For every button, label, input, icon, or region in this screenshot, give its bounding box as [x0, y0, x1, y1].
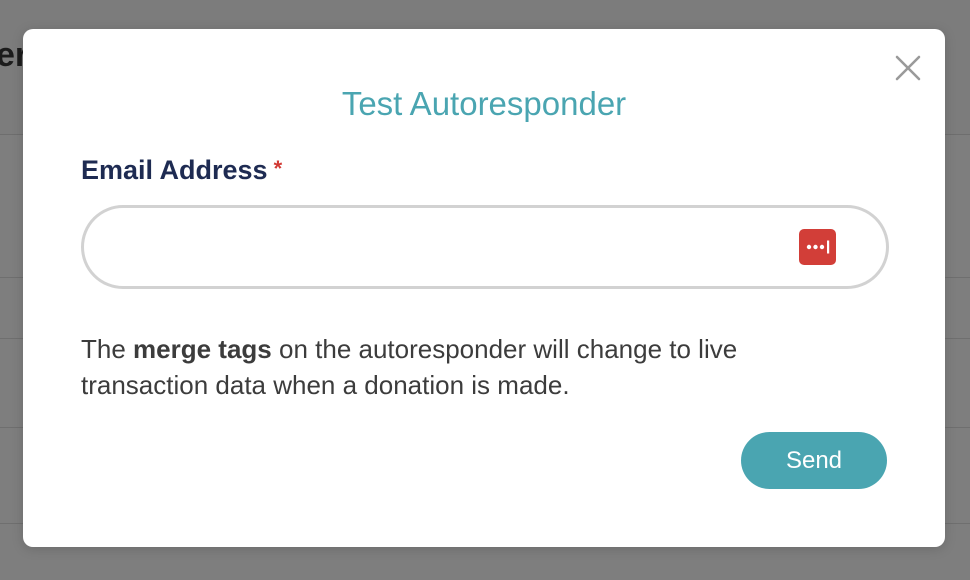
merge-tags-emphasis: merge tags [133, 334, 272, 364]
email-address-input[interactable] [108, 208, 792, 288]
password-manager-icon [806, 240, 830, 254]
close-button[interactable] [893, 53, 923, 83]
email-field-container [81, 205, 889, 289]
email-address-label: Email Address * [81, 155, 282, 186]
test-autoresponder-dialog: Test Autoresponder Email Address * The me… [23, 29, 945, 547]
send-button[interactable]: Send [741, 432, 887, 489]
required-marker: * [273, 156, 283, 181]
merge-tags-info: The merge tags on the autoresponder will… [81, 331, 861, 403]
close-icon [895, 55, 921, 81]
dialog-title: Test Autoresponder [341, 85, 627, 122]
email-address-label-text: Email Address [81, 155, 268, 185]
info-text-start: The [81, 334, 134, 364]
password-manager-button[interactable] [799, 229, 836, 265]
